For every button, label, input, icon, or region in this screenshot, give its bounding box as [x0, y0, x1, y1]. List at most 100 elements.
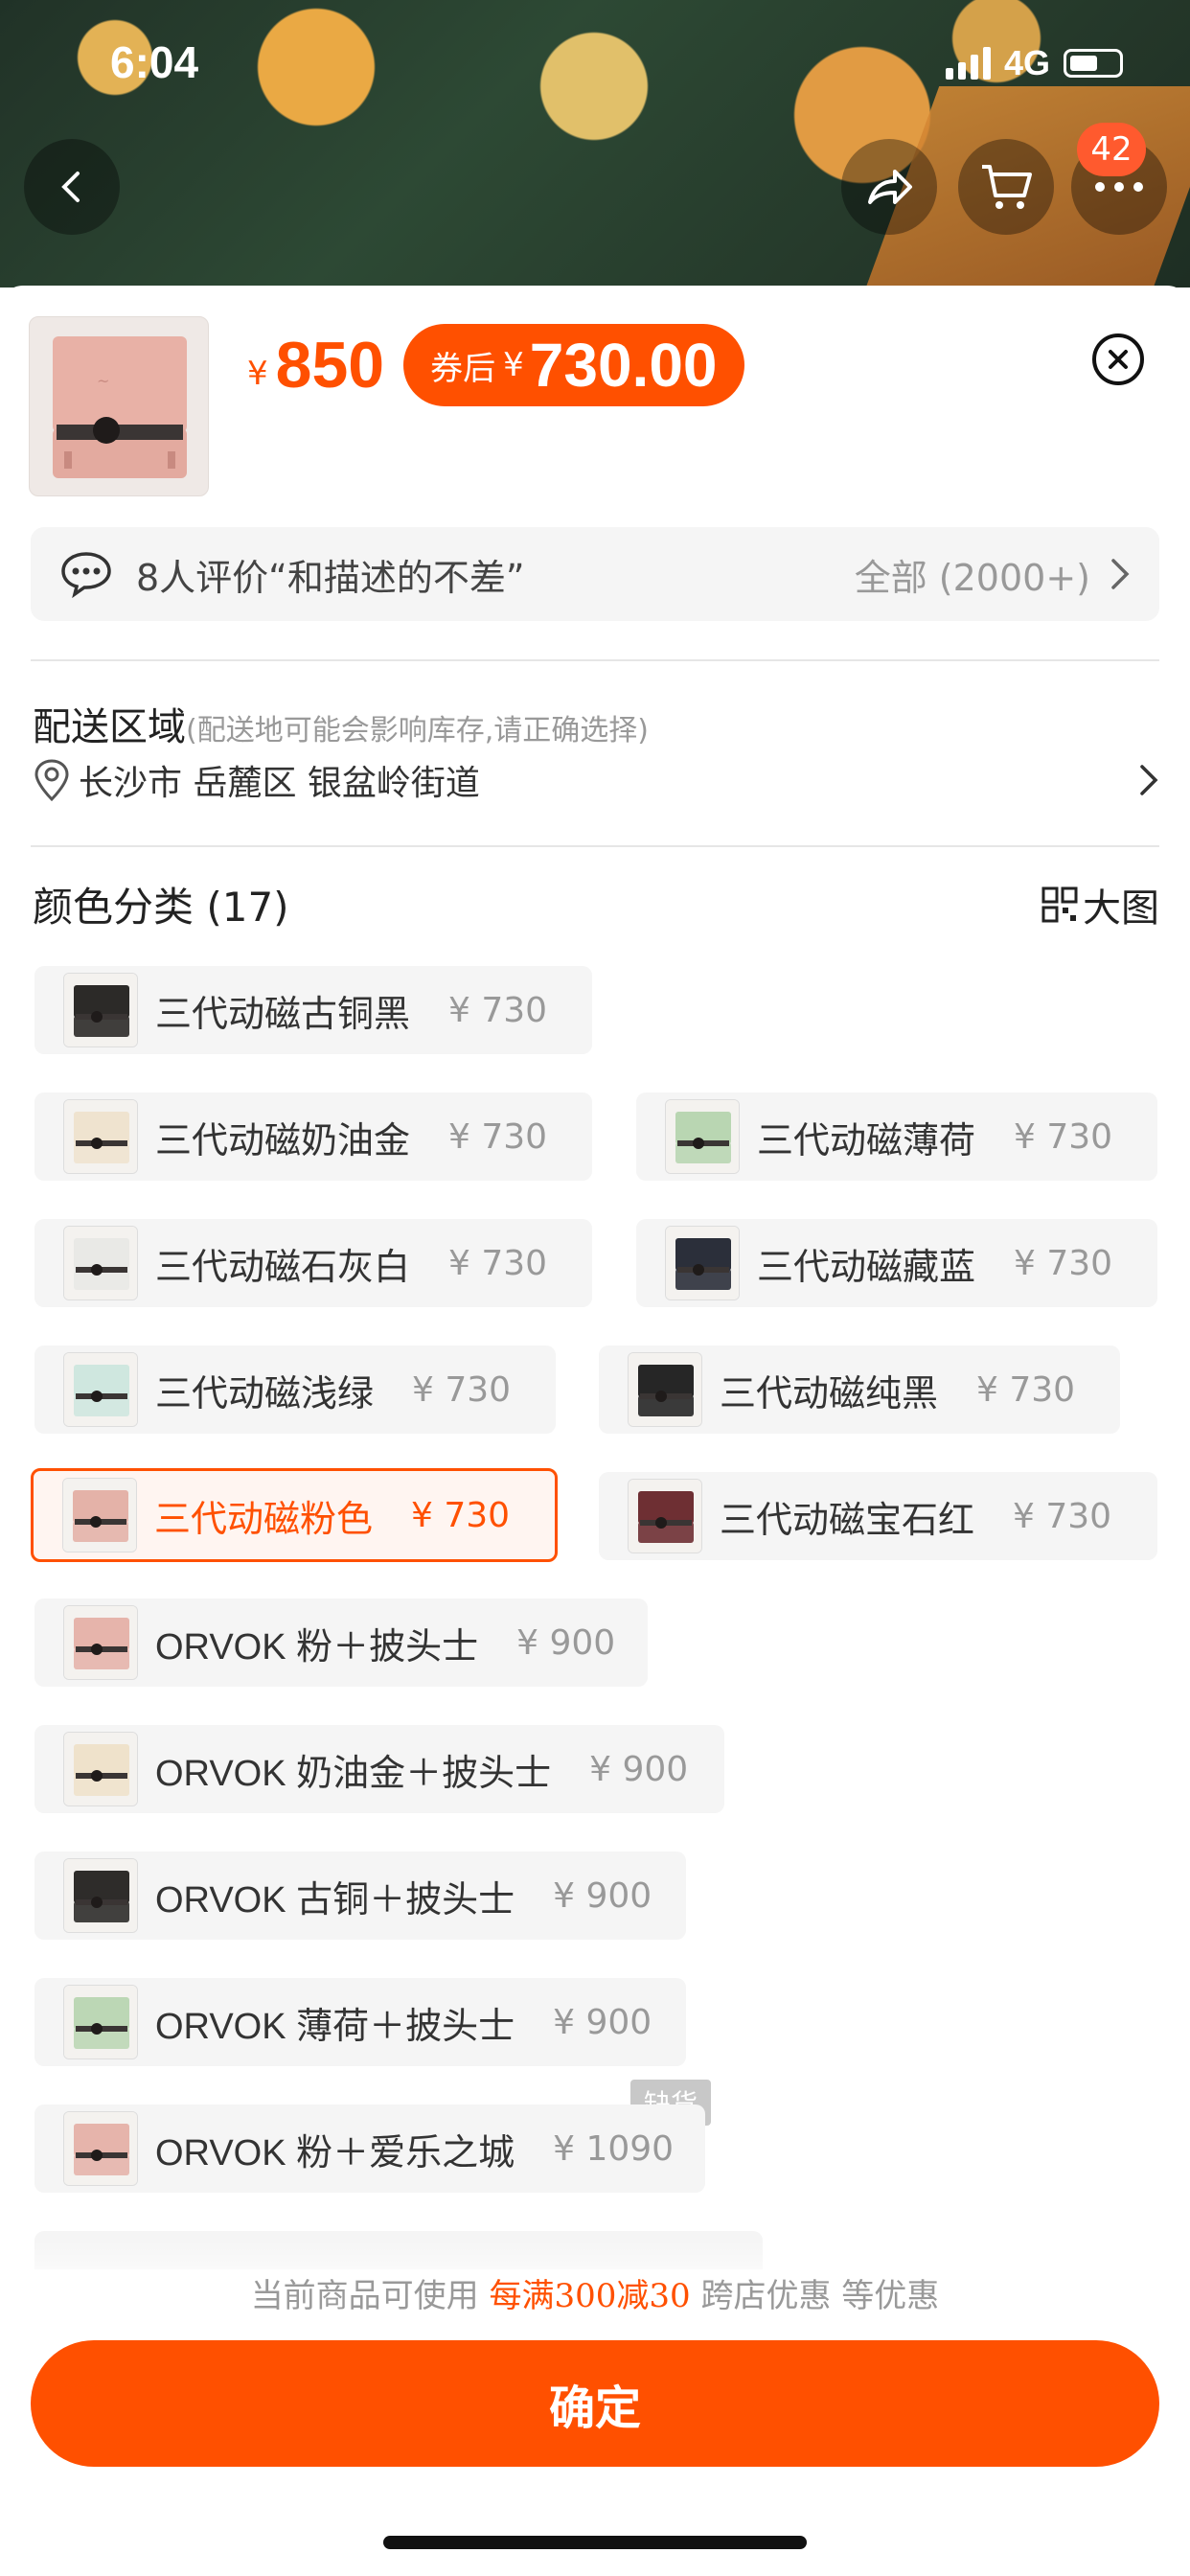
review-text: 8人评价“和描述的不差” [136, 556, 525, 599]
location-pin-icon [34, 759, 69, 801]
option-item[interactable]: 三代动磁奶油金 ¥ 730 [34, 1092, 592, 1181]
status-bar: 6:04 4G [0, 0, 1190, 125]
option-price: ¥ 900 [516, 1622, 616, 1663]
promo-highlight[interactable]: 每满300减30 [490, 2277, 691, 2315]
option-name: ORVOK 粉＋爱乐之城 [155, 2132, 515, 2174]
option-thumbnail [63, 973, 138, 1047]
grid-icon [1041, 886, 1078, 922]
option-name: 三代动磁薄荷 [757, 1118, 976, 1162]
option-item[interactable]: ORVOK 薄荷＋披头士 ¥ 900 [34, 1978, 686, 2066]
cart-button[interactable] [958, 139, 1054, 235]
option-item[interactable]: ORVOK 粉＋爱乐之城 ¥ 1090 [34, 2104, 705, 2193]
option-name: 三代动磁粉色 [154, 1497, 374, 1540]
chevron-right-icon [1111, 559, 1130, 589]
option-name: 三代动磁奶油金 [155, 1118, 411, 1162]
option-thumbnail [63, 1099, 138, 1174]
shipping-address-row[interactable]: 长沙市 岳麓区 银盆岭街道 [33, 755, 1159, 805]
option-price: ¥ 730 [448, 1243, 548, 1283]
option-thumbnail [62, 1478, 137, 1552]
review-all-link[interactable]: 全部 (2000+) [855, 548, 1090, 601]
option-name: ORVOK 奶油金＋披头士 [155, 1753, 552, 1794]
shipping-title: 配送区域 [33, 705, 186, 749]
option-thumbnail [63, 1226, 138, 1300]
price-value: 850 [275, 329, 385, 402]
option-price: ¥ 730 [976, 1369, 1076, 1410]
coupon-currency: ¥ [503, 346, 524, 384]
option-item[interactable]: ORVOK 奶油金＋披头士 ¥ 900 [34, 1725, 724, 1813]
status-time: 6:04 [110, 37, 199, 87]
option-price: ¥ 730 [412, 1369, 512, 1410]
network-type: 4G [1003, 43, 1050, 82]
option-thumbnail [628, 1352, 702, 1427]
option-price: ¥ 730 [448, 990, 548, 1030]
divider [31, 659, 1159, 661]
option-price: ¥ 730 [448, 1116, 548, 1157]
option-name: ORVOK 古铜＋披头士 [155, 1879, 515, 1920]
option-name: ORVOK 粉＋披头士 [155, 1626, 479, 1668]
option-price: ¥ 730 [1013, 1496, 1112, 1536]
coupon-price-value: 730.00 [529, 331, 718, 400]
close-button[interactable] [1092, 334, 1144, 385]
share-icon [868, 170, 912, 204]
price-row: ¥ 850 券后 ¥ 730.00 [247, 324, 744, 406]
promo-line: 当前商品可使用 每满300减30 跨店优惠 等优惠 [0, 2269, 1190, 2316]
option-price: ¥ 730 [411, 1495, 511, 1535]
promo-suffix: 跨店优惠 等优惠 [700, 2277, 940, 2315]
promo-prefix: 当前商品可使用 [250, 2277, 479, 2315]
comment-icon [61, 552, 111, 598]
option-thumbnail [63, 1985, 138, 2059]
option-item[interactable]: 三代动磁薄荷 ¥ 730 [636, 1092, 1157, 1181]
option-item[interactable]: 三代动磁纯黑 ¥ 730 [599, 1346, 1120, 1434]
option-price: ¥ 730 [1014, 1116, 1113, 1157]
product-thumbnail[interactable]: ~ [29, 316, 209, 496]
option-price: ¥ 900 [553, 2002, 652, 2042]
color-section-title: 颜色分类 (17) [33, 884, 289, 931]
home-indicator[interactable] [383, 2536, 807, 2549]
option-name: 三代动磁宝石红 [720, 1498, 975, 1541]
option-item-selected[interactable]: 三代动磁粉色 ¥ 730 [31, 1468, 558, 1562]
option-thumbnail [628, 1479, 702, 1553]
shipping-header: 配送区域 (配送地可能会影响库存,请正确选择) [33, 696, 649, 751]
option-name: ORVOK 薄荷＋披头士 [155, 2006, 515, 2047]
option-name: 三代动磁藏蓝 [757, 1245, 976, 1288]
option-item[interactable]: 三代动磁浅绿 ¥ 730 [34, 1346, 556, 1434]
shipping-note: (配送地可能会影响库存,请正确选择) [186, 714, 649, 748]
coupon-label: 券后 [430, 349, 496, 388]
option-name: 三代动磁石灰白 [155, 1245, 411, 1288]
option-price: ¥ 900 [553, 1875, 652, 1916]
option-name: 三代动磁古铜黑 [155, 992, 411, 1035]
option-item[interactable]: 三代动磁藏蓝 ¥ 730 [636, 1219, 1157, 1307]
option-thumbnail [63, 1352, 138, 1427]
option-name: 三代动磁纯黑 [720, 1371, 939, 1414]
option-thumbnail [665, 1099, 740, 1174]
option-thumbnail [665, 1226, 740, 1300]
price-currency: ¥ [247, 355, 268, 393]
option-item[interactable]: ORVOK 古铜＋披头士 ¥ 900 [34, 1852, 686, 1940]
divider [31, 845, 1159, 847]
cart-icon [982, 165, 1032, 209]
chevron-right-icon [1140, 765, 1158, 795]
sku-selector-sheet: ~ ¥ 850 券后 ¥ 730.00 8人评价“和描述的不差” 全部 (200… [0, 286, 1190, 2576]
option-item[interactable]: ORVOK 粉＋披头士 ¥ 900 [34, 1598, 648, 1687]
notification-badge: 42 [1077, 123, 1146, 176]
option-item[interactable]: 三代动磁宝石红 ¥ 730 [599, 1472, 1157, 1560]
review-summary[interactable]: 8人评价“和描述的不差” 全部 (2000+) [31, 527, 1159, 621]
svg-text:~: ~ [97, 372, 109, 390]
option-name: 三代动磁浅绿 [155, 1371, 375, 1414]
record-player-image: ~ [53, 336, 187, 478]
option-price: ¥ 900 [589, 1749, 689, 1789]
signal-icon [945, 47, 991, 80]
battery-icon [1064, 49, 1123, 78]
option-price: ¥ 1090 [553, 2128, 675, 2169]
option-item[interactable]: 三代动磁石灰白 ¥ 730 [34, 1219, 592, 1307]
share-button[interactable] [841, 139, 937, 235]
option-item[interactable]: 三代动磁古铜黑 ¥ 730 [34, 966, 592, 1054]
confirm-button[interactable]: 确定 [31, 2340, 1159, 2467]
big-image-toggle[interactable]: 大图 [1041, 877, 1159, 932]
option-thumbnail [63, 1732, 138, 1806]
status-indicators: 4G [945, 43, 1123, 83]
big-image-label: 大图 [1083, 886, 1159, 931]
option-thumbnail [63, 1858, 138, 1933]
close-icon [1109, 350, 1128, 369]
back-button[interactable] [24, 139, 120, 235]
